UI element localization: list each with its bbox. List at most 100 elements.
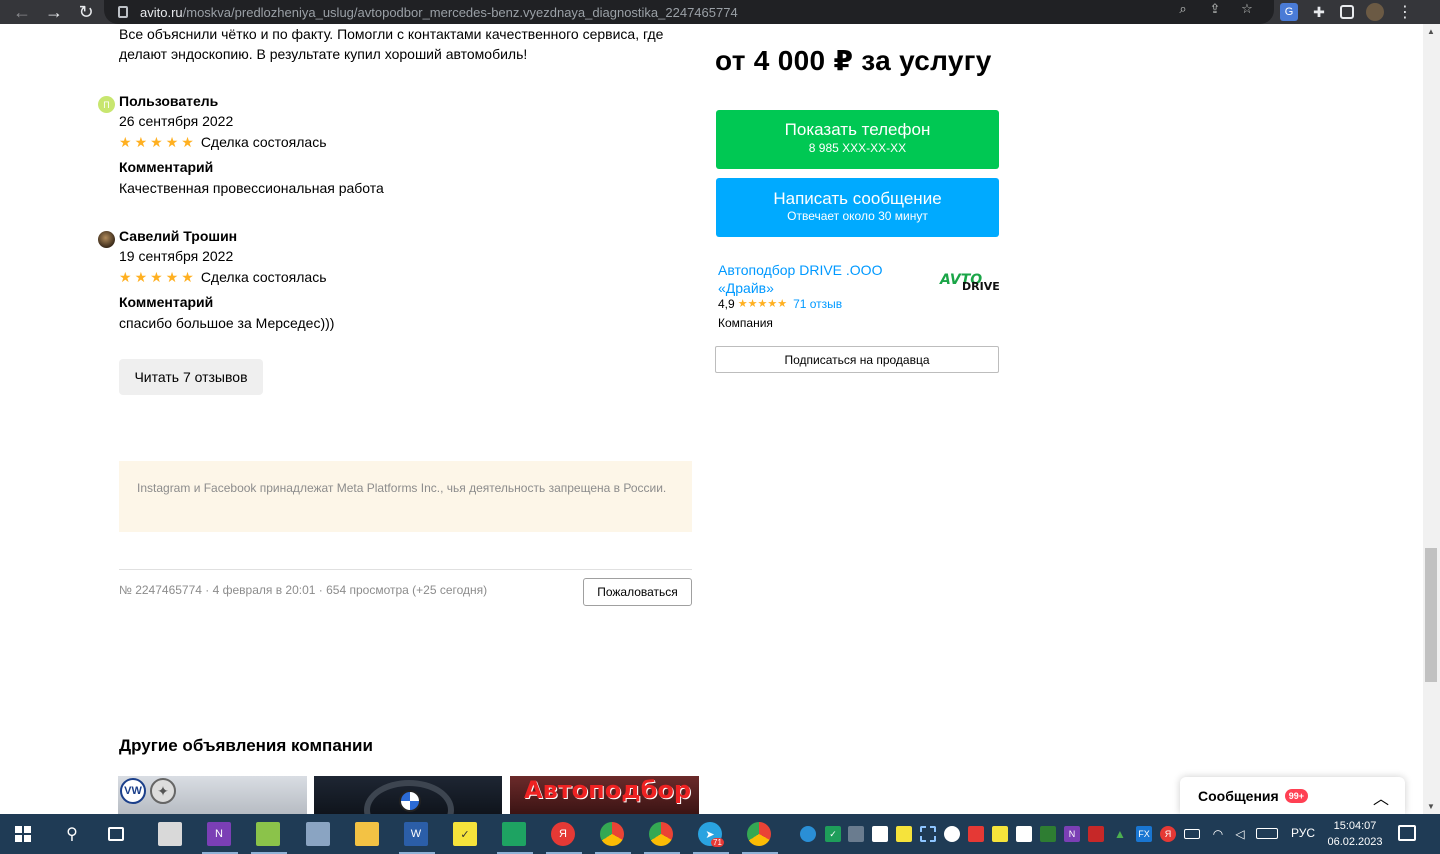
review-comment: Качественная провессиональная работа	[119, 180, 384, 196]
notes-tray-icon[interactable]	[896, 826, 912, 842]
service-price: от 4 000 ₽ за услугу	[715, 45, 992, 76]
zoom-icon[interactable]: ⌕	[1174, 0, 1192, 18]
word-icon[interactable]: W	[404, 822, 428, 846]
sheets-icon[interactable]	[502, 822, 526, 846]
reload-button[interactable]: ↻	[70, 0, 102, 24]
edge-tray-icon[interactable]	[800, 826, 816, 842]
chrome-profile-icon[interactable]	[649, 822, 673, 846]
green-app-tray-icon[interactable]	[1040, 826, 1056, 842]
wifi-icon[interactable]: ◠	[1210, 826, 1226, 842]
record-tray-icon[interactable]	[968, 826, 984, 842]
notification-center-icon[interactable]	[1398, 825, 1416, 841]
extensions-puzzle-icon[interactable]: ✚	[1310, 3, 1328, 21]
star-icon: ★	[747, 297, 758, 310]
browser-toolbar: ← → ↻ avito.ru/moskva/predlozheniya_uslu…	[0, 0, 1440, 24]
battery-icon[interactable]	[1184, 829, 1200, 839]
star-icon: ★	[181, 269, 194, 285]
bmw-logo-icon	[399, 790, 421, 812]
subscribe-seller-button[interactable]: Подписаться на продавца	[715, 346, 999, 373]
snipping-tray-icon[interactable]	[920, 826, 936, 842]
read-all-reviews-button[interactable]: Читать 7 отзывов	[119, 359, 263, 395]
task-view-icon[interactable]	[108, 827, 124, 841]
star-icon: ★	[757, 297, 768, 310]
file-viewer-icon[interactable]	[158, 822, 182, 846]
comment-heading: Комментарий	[119, 159, 214, 175]
star-icon: ★	[165, 134, 179, 150]
write-message-button[interactable]: Написать сообщение Отвечает около 30 мин…	[716, 178, 999, 237]
page-scrollbar[interactable]: ▲ ▼	[1423, 24, 1440, 814]
yandex-browser-icon[interactable]: Я	[551, 822, 575, 846]
monitor-tray-icon[interactable]	[848, 826, 864, 842]
utility-app-icon[interactable]	[306, 822, 330, 846]
language-indicator[interactable]: РУС	[1291, 826, 1315, 840]
masked-phone: 8 985 XXX-XX-XX	[808, 141, 907, 155]
volume-icon[interactable]: ◁	[1232, 826, 1248, 842]
browser-menu-icon[interactable]: ⋮	[1396, 3, 1414, 21]
star-icon: ★	[119, 269, 132, 285]
chrome-alt-profile-icon[interactable]	[747, 822, 771, 846]
triangle-tray-icon[interactable]: ▲	[1112, 826, 1128, 842]
shield-tray-icon[interactable]: ✓	[825, 826, 841, 842]
messages-widget[interactable]: Сообщения 99+ ︿	[1180, 777, 1405, 814]
reviewer-avatar: П	[98, 96, 115, 113]
profile-avatar-icon[interactable]	[1366, 3, 1384, 21]
listing-meta: № 2247465774 · 4 февраля в 20:01 · 654 п…	[119, 583, 488, 597]
meta-notice: Instagram и Facebook принадлежат Meta Pl…	[119, 461, 692, 532]
divider	[119, 569, 692, 570]
back-button[interactable]: ←	[6, 0, 38, 24]
windows-logo-icon	[15, 826, 31, 842]
show-phone-button[interactable]: Показать телефон 8 985 XXX-XX-XX	[716, 110, 999, 169]
chevron-up-icon[interactable]: ︿	[1373, 785, 1389, 809]
seller-reviews-link[interactable]: 71 отзыв	[793, 297, 842, 311]
seller-logo[interactable]: AVTO DRIVE	[940, 264, 1000, 298]
thumbnail-caption: Автоподбор	[524, 776, 692, 804]
sticky-tray-icon[interactable]	[992, 826, 1008, 842]
seller-name-link[interactable]: Автоподбор DRIVE .ООО «Драйв»	[718, 261, 918, 297]
onenote-icon[interactable]: N	[207, 822, 231, 846]
onenote-tray-icon[interactable]: N	[1064, 826, 1080, 842]
star-icon: ★	[150, 269, 163, 285]
file-explorer-icon[interactable]	[355, 822, 379, 846]
star-icon: ★	[119, 134, 132, 150]
clock-date: 06.02.2023	[1327, 836, 1383, 848]
write-message-label: Написать сообщение	[773, 189, 942, 208]
other-ad-thumbnail[interactable]: Автоподбор	[510, 776, 699, 814]
window-tray-icon[interactable]	[1016, 826, 1032, 842]
sticky-notes-icon[interactable]: ✓	[453, 822, 477, 846]
yandex-tray-icon[interactable]: Я	[1160, 826, 1176, 842]
bookmark-star-icon[interactable]: ☆	[1238, 0, 1256, 18]
start-button[interactable]	[0, 814, 46, 854]
search-icon[interactable]: ⚲	[60, 822, 84, 846]
address-bar[interactable]: avito.ru/moskva/predlozheniya_uslug/avto…	[104, 0, 1274, 24]
review-intro-text: Все объяснили чётко и по факту. Помогли …	[119, 26, 664, 62]
other-ads-title: Другие объявления компании	[119, 736, 373, 755]
star-icon: ★	[767, 297, 778, 310]
translate-extension-icon[interactable]: G	[1280, 3, 1298, 21]
tool-tray-icon[interactable]	[1088, 826, 1104, 842]
star-icon: ★	[165, 269, 179, 285]
scroll-up-arrow-icon[interactable]: ▲	[1427, 27, 1435, 36]
url-text: avito.ru/moskva/predlozheniya_uslug/avto…	[140, 4, 738, 20]
star-icon: ★	[181, 134, 194, 150]
fx-tray-icon[interactable]: FX	[1136, 826, 1152, 842]
report-button[interactable]: Пожаловаться	[583, 578, 692, 606]
scrollbar-thumb[interactable]	[1425, 548, 1437, 682]
share-icon[interactable]: ⇪	[1206, 0, 1224, 18]
star-icon: ★	[777, 297, 788, 310]
app-tray-icon[interactable]	[944, 826, 960, 842]
star-icon: ★	[134, 269, 148, 285]
document-tray-icon[interactable]	[872, 826, 888, 842]
reviewer-avatar	[98, 231, 115, 248]
deal-status: Сделка состоялась	[200, 269, 327, 285]
side-panel-icon[interactable]	[1340, 5, 1354, 19]
review-comment: спасибо большое за Мерседес)))	[119, 315, 335, 331]
scroll-down-arrow-icon[interactable]: ▼	[1427, 802, 1435, 811]
other-ad-thumbnail[interactable]: VW ✦	[118, 776, 307, 814]
spreadsheet-app-icon[interactable]	[256, 822, 280, 846]
chrome-icon[interactable]	[600, 822, 624, 846]
forward-button[interactable]: →	[38, 0, 70, 24]
system-clock[interactable]: 15:04:07 06.02.2023	[1322, 818, 1388, 850]
other-ad-thumbnail[interactable]	[314, 776, 502, 814]
deal-status: Сделка состоялась	[200, 134, 327, 150]
keyboard-icon[interactable]	[1256, 828, 1278, 839]
